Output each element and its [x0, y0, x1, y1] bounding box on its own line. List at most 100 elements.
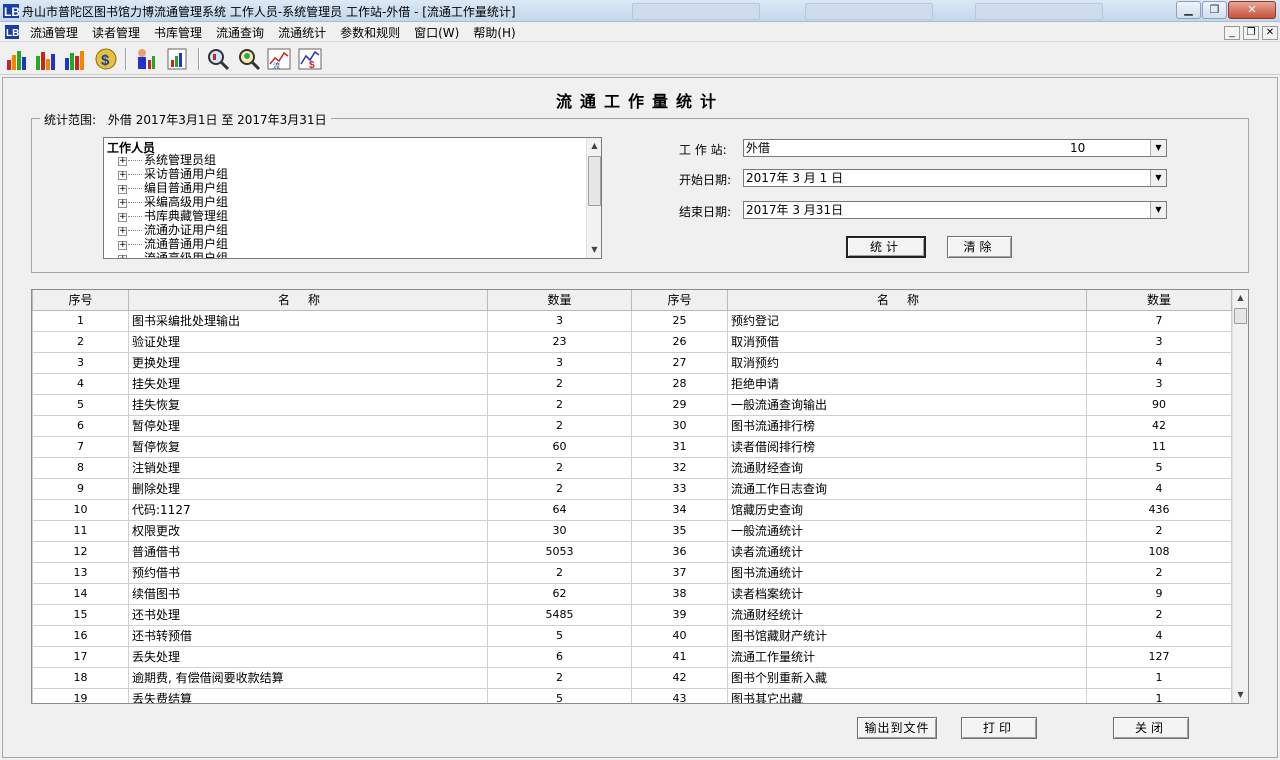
mdi-restore-button[interactable]: ❐ — [1243, 26, 1259, 40]
scroll-thumb[interactable] — [1234, 308, 1247, 324]
table-row[interactable]: 1 图书采编批处理输出 3 25 预约登记 7 — [32, 309, 1232, 332]
row-name: 一般流通查询输出 — [727, 393, 1087, 416]
tree-node[interactable]: + 流通高级用户组 — [118, 251, 228, 258]
tree-node[interactable]: + 采编高级用户组 — [118, 195, 228, 209]
scroll-down-icon[interactable]: ▼ — [587, 242, 601, 258]
close-window-button[interactable]: ✕ — [1228, 1, 1276, 19]
menu-stack[interactable]: 书库管理 — [154, 24, 202, 41]
table-row[interactable]: 15 还书处理 5485 39 流通财经统计 2 — [32, 603, 1232, 626]
row-count: 4 — [1086, 477, 1232, 500]
expand-icon[interactable]: + — [118, 171, 127, 180]
return-book-icon[interactable] — [33, 46, 59, 72]
table-row[interactable]: 13 预约借书 2 37 图书流通统计 2 — [32, 561, 1232, 584]
row-count: 3 — [487, 309, 632, 332]
print-button[interactable]: 打印 — [961, 717, 1037, 739]
tree-node[interactable]: + 采访普通用户组 — [118, 167, 228, 181]
chevron-down-icon[interactable]: ▼ — [1150, 140, 1166, 156]
chevron-down-icon[interactable]: ▼ — [1150, 202, 1166, 218]
borrow-book-icon[interactable] — [4, 46, 30, 72]
menu-params[interactable]: 参数和规则 — [340, 24, 400, 41]
tree-node[interactable]: + 流通普通用户组 — [118, 237, 228, 251]
scroll-thumb[interactable] — [588, 156, 601, 206]
row-name: 图书流通统计 — [727, 561, 1087, 584]
table-row[interactable]: 14 续借图书 62 38 读者档案统计 9 — [32, 582, 1232, 605]
export-button[interactable]: 输出到文件 — [857, 717, 937, 739]
column-header-seq[interactable]: 序号 — [631, 290, 728, 311]
end-date-picker[interactable]: 2017年 3 月31日 ▼ — [743, 201, 1167, 219]
table-row[interactable]: 6 暂停处理 2 30 图书流通排行榜 42 — [32, 414, 1232, 437]
report-icon[interactable] — [164, 46, 190, 72]
table-row[interactable]: 3 更换处理 3 27 取消预约 4 — [32, 351, 1232, 374]
tree-scrollbar[interactable]: ▲ ▼ — [586, 138, 601, 258]
table-row[interactable]: 7 暂停恢复 60 31 读者借阅排行榜 11 — [32, 435, 1232, 458]
grid-scrollbar[interactable]: ▲ ▼ — [1232, 290, 1248, 703]
circulation-chart-icon[interactable]: 流 — [266, 46, 292, 72]
column-header-count[interactable]: 数量 — [487, 290, 632, 311]
search-book-icon[interactable] — [205, 46, 231, 72]
minimize-button[interactable]: ▁ — [1176, 1, 1201, 19]
row-seq: 27 — [631, 351, 728, 374]
menu-statistics[interactable]: 流通统计 — [278, 24, 326, 41]
renew-book-icon[interactable] — [62, 46, 88, 72]
tree-node[interactable]: + 系统管理员组 — [118, 153, 216, 167]
row-name: 普通借书 — [128, 540, 488, 563]
table-row[interactable]: 18 逾期费, 有偿借阅要收款结算 2 42 图书个别重新入藏 1 — [32, 666, 1232, 689]
menu-circulation[interactable]: 流通管理 — [30, 24, 78, 41]
table-row[interactable]: 5 挂失恢复 2 29 一般流通查询输出 90 — [32, 393, 1232, 416]
table-row[interactable]: 12 普通借书 5053 36 读者流通统计 108 — [32, 540, 1232, 563]
column-header-seq[interactable]: 序号 — [32, 290, 129, 311]
start-date-value: 2017年 3 月 1 日 — [746, 171, 844, 185]
tree-node[interactable]: + 流通办证用户组 — [118, 223, 228, 237]
expand-icon[interactable]: + — [118, 255, 127, 258]
scroll-up-icon[interactable]: ▲ — [587, 138, 601, 154]
table-row[interactable]: 8 注销处理 2 32 流通财经查询 5 — [32, 456, 1232, 479]
stat-button[interactable]: 统计 — [846, 236, 926, 258]
table-row[interactable]: 11 权限更改 30 35 一般流通统计 2 — [32, 519, 1232, 542]
reader-stat-icon[interactable] — [133, 46, 159, 72]
table-row[interactable]: 10 代码:1127 64 34 馆藏历史查询 436 — [32, 498, 1232, 521]
table-row[interactable]: 2 验证处理 23 26 取消预借 3 — [32, 330, 1232, 353]
search-reader-icon[interactable] — [236, 46, 262, 72]
mdi-minimize-button[interactable]: _ — [1224, 26, 1240, 40]
mdi-close-button[interactable]: ✕ — [1262, 26, 1278, 40]
menu-help[interactable]: 帮助(H) — [473, 24, 515, 41]
statistics-grid[interactable]: 序号 名称 数量 序号 名称 数量 1 图书采编批处理输出 3 25 预约登记 7 2 验证处… — [31, 289, 1249, 704]
row-count: 2 — [487, 561, 632, 584]
menu-query[interactable]: 流通查询 — [216, 24, 264, 41]
menu-window[interactable]: 窗口(W) — [414, 24, 459, 41]
column-header-count[interactable]: 数量 — [1086, 290, 1232, 311]
staff-tree[interactable]: 工作人员 + 系统管理员组 + 采访普通用户组 + 编目普通用户组 + 采编高级用户组 … — [103, 137, 602, 259]
maximize-button[interactable]: ❐ — [1202, 1, 1227, 19]
row-name: 预约登记 — [727, 309, 1087, 332]
row-name: 流通工作日志查询 — [727, 477, 1087, 500]
table-row[interactable]: 17 丢失处理 6 41 流通工作量统计 127 — [32, 645, 1232, 668]
clear-button[interactable]: 清除 — [947, 236, 1012, 258]
expand-icon[interactable]: + — [118, 157, 127, 166]
column-header-name[interactable]: 名称 — [128, 290, 488, 311]
table-row[interactable]: 16 还书转预借 5 40 图书馆藏财产统计 4 — [32, 624, 1232, 647]
table-row[interactable]: 9 删除处理 2 33 流通工作日志查询 4 — [32, 477, 1232, 500]
row-name: 验证处理 — [128, 330, 488, 353]
statistics-table: 序号 名称 数量 序号 名称 数量 1 图书采编批处理输出 3 25 预约登记 7 2 验证处… — [32, 290, 1232, 703]
workstation-select[interactable]: 外借 10 ▼ — [743, 139, 1167, 157]
fee-icon[interactable]: $ — [93, 46, 119, 72]
expand-icon[interactable]: + — [118, 213, 127, 222]
start-date-picker[interactable]: 2017年 3 月 1 日 ▼ — [743, 169, 1167, 187]
column-header-name[interactable]: 名称 — [727, 290, 1087, 311]
finance-chart-icon[interactable]: $ — [297, 46, 323, 72]
chevron-down-icon[interactable]: ▼ — [1150, 170, 1166, 186]
expand-icon[interactable]: + — [118, 199, 127, 208]
document-icon[interactable]: LB — [4, 24, 20, 40]
tree-node[interactable]: + 书库典藏管理组 — [118, 209, 228, 223]
table-row[interactable]: 19 丢失费结算 5 43 图书其它出藏 1 — [32, 687, 1232, 703]
expand-icon[interactable]: + — [118, 241, 127, 250]
expand-icon[interactable]: + — [118, 227, 127, 236]
tree-node[interactable]: + 编目普通用户组 — [118, 181, 228, 195]
row-name: 流通工作量统计 — [727, 645, 1087, 668]
menu-reader[interactable]: 读者管理 — [92, 24, 140, 41]
scroll-down-icon[interactable]: ▼ — [1233, 687, 1248, 703]
expand-icon[interactable]: + — [118, 185, 127, 194]
scroll-up-icon[interactable]: ▲ — [1233, 290, 1248, 306]
close-button[interactable]: 关闭 — [1113, 717, 1189, 739]
table-row[interactable]: 4 挂失处理 2 28 拒绝申请 3 — [32, 372, 1232, 395]
